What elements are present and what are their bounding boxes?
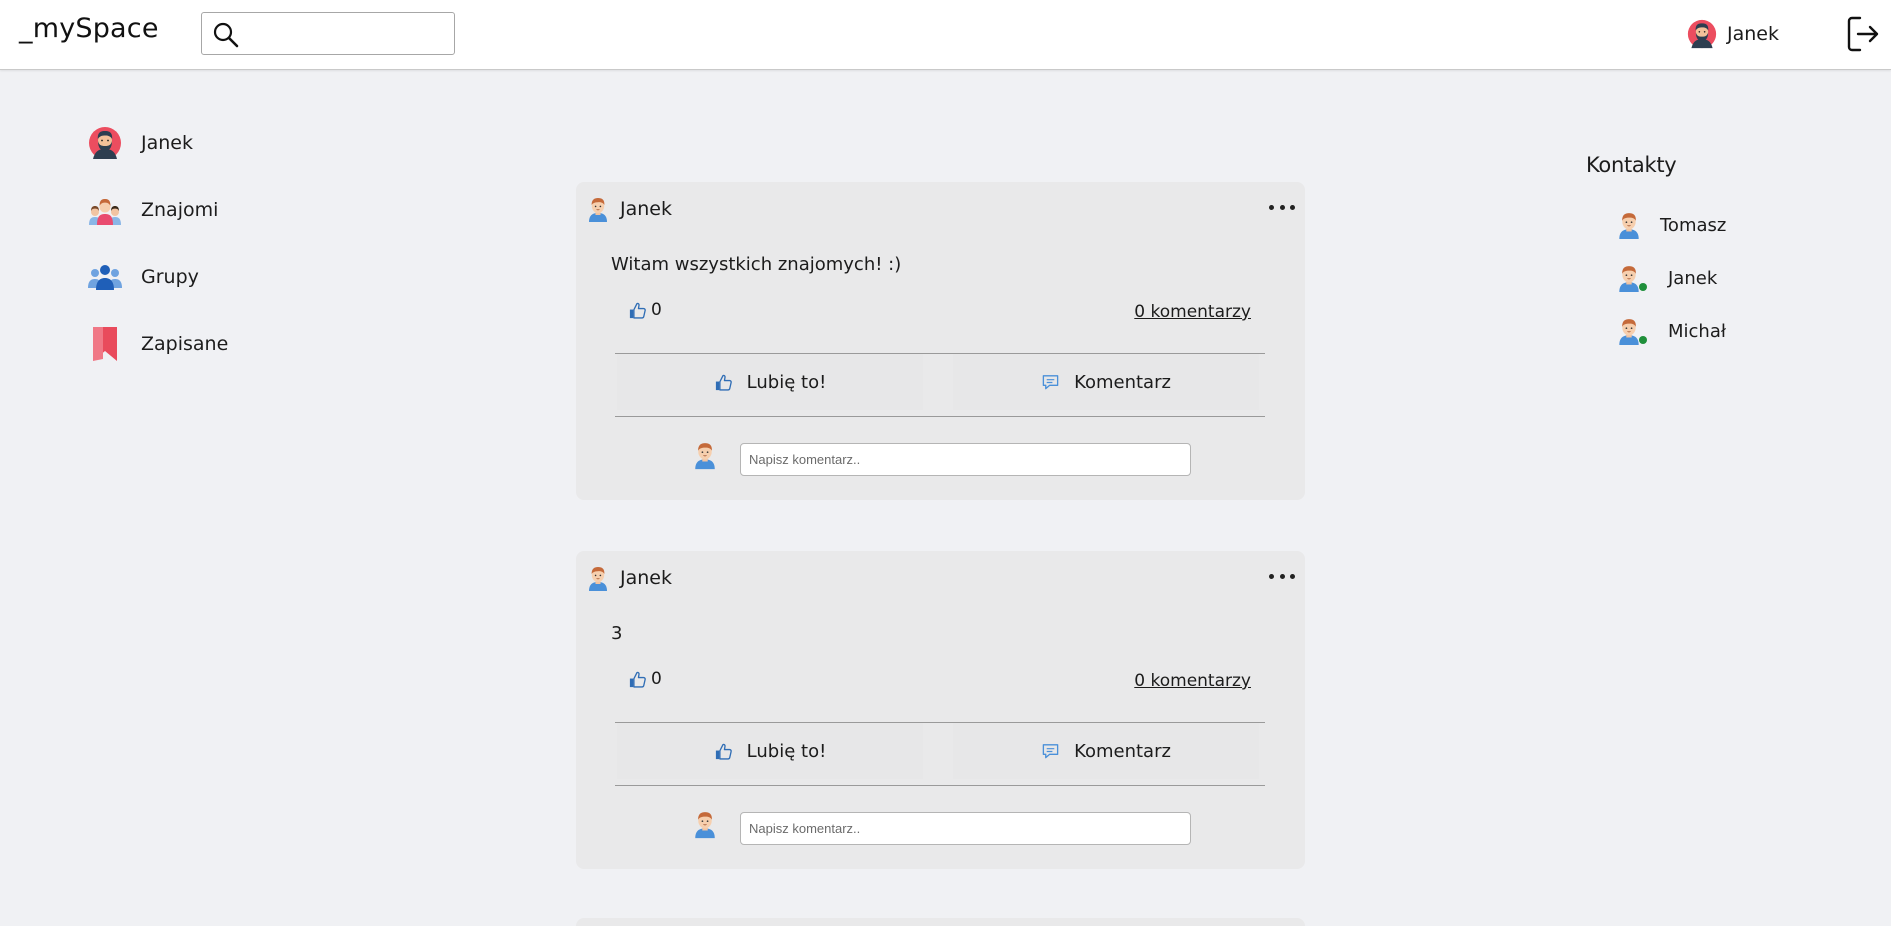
sidebar-item-friends[interactable]: Znajomi — [88, 190, 218, 230]
online-status-dot — [1639, 336, 1647, 344]
post-author-name: Janek — [620, 198, 672, 220]
comment-button-label: Komentarz — [1074, 371, 1171, 393]
contact-item[interactable]: Michał — [1616, 316, 1726, 346]
comment-button-label: Komentarz — [1074, 740, 1171, 762]
logout-icon — [1847, 16, 1879, 52]
author-avatar-icon — [586, 196, 610, 222]
comment-icon — [1041, 373, 1060, 392]
post-card: Janek Witam wszystkich znajomych! :) 0 0… — [576, 182, 1305, 500]
like-button[interactable]: Lubię to! — [617, 354, 923, 410]
comment-icon — [1041, 742, 1060, 761]
post-content: 3 — [611, 623, 623, 644]
user-avatar-icon — [1687, 19, 1717, 49]
comment-input[interactable] — [740, 443, 1191, 476]
post-author[interactable]: Janek — [586, 565, 672, 591]
post-author[interactable]: Janek — [586, 196, 672, 222]
online-status-dot — [1639, 283, 1647, 291]
thumbs-up-icon — [714, 742, 733, 761]
friends-icon — [89, 199, 121, 225]
sidebar-item-label: Janek — [141, 132, 193, 154]
search-input[interactable] — [201, 12, 455, 55]
post-card: Janek 3 0 0 komentarzy Lubię to! Komenta… — [576, 551, 1305, 869]
sidebar-item-label: Zapisane — [141, 333, 229, 355]
like-button-label: Lubię to! — [746, 740, 827, 762]
post-author-name: Janek — [620, 567, 672, 589]
comments-count-link[interactable]: 0 komentarzy — [1134, 671, 1251, 691]
author-avatar-icon — [586, 565, 610, 591]
comment-button[interactable]: Komentarz — [953, 354, 1259, 410]
header-user-name: Janek — [1727, 23, 1779, 45]
thumbs-up-icon — [714, 373, 733, 392]
bookmark-icon — [93, 327, 117, 361]
sidebar-item-saved[interactable]: Zapisane — [88, 324, 228, 364]
post-menu-button[interactable] — [1269, 570, 1295, 582]
likes-count: 0 — [651, 669, 662, 689]
comments-count-link[interactable]: 0 komentarzy — [1134, 302, 1251, 322]
likes-count: 0 — [651, 300, 662, 320]
divider — [615, 785, 1265, 786]
contact-item[interactable]: Tomasz — [1616, 210, 1726, 240]
sidebar-item-label: Grupy — [141, 266, 199, 288]
sidebar-item-groups[interactable]: Grupy — [88, 257, 199, 297]
post-likes: 0 — [628, 300, 662, 320]
contact-name: Janek — [1668, 267, 1718, 289]
post-likes: 0 — [628, 669, 662, 689]
contact-avatar-icon — [1616, 211, 1642, 239]
header-user-menu[interactable]: Janek — [1687, 17, 1779, 51]
commenter-avatar-icon — [692, 440, 718, 470]
contacts-title: Kontakty — [1586, 153, 1677, 177]
search-icon — [213, 22, 239, 48]
sidebar-item-profile[interactable]: Janek — [88, 123, 193, 163]
contact-item[interactable]: Janek — [1616, 263, 1717, 293]
thumbs-up-icon — [628, 301, 647, 320]
post-card — [576, 918, 1305, 926]
user-avatar-icon — [88, 126, 122, 160]
post-menu-button[interactable] — [1269, 201, 1295, 213]
logout-button[interactable] — [1846, 15, 1880, 57]
groups-icon — [88, 265, 122, 290]
like-button-label: Lubię to! — [746, 371, 827, 393]
sidebar-item-label: Znajomi — [141, 199, 219, 221]
comment-input[interactable] — [740, 812, 1191, 845]
like-button[interactable]: Lubię to! — [617, 723, 923, 779]
top-bar: _mySpace Janek — [0, 0, 1891, 70]
divider — [615, 416, 1265, 417]
comment-button[interactable]: Komentarz — [953, 723, 1259, 779]
post-content: Witam wszystkich znajomych! :) — [611, 254, 902, 275]
contact-name: Tomasz — [1660, 214, 1727, 236]
thumbs-up-icon — [628, 670, 647, 689]
contact-name: Michał — [1668, 320, 1726, 342]
app-logo[interactable]: _mySpace — [19, 13, 159, 44]
commenter-avatar-icon — [692, 809, 718, 839]
